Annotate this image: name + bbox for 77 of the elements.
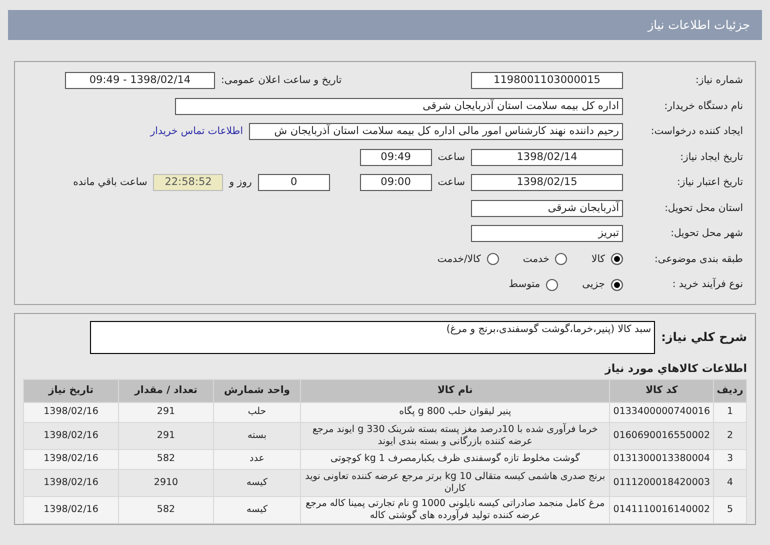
- city-field: تبریز: [471, 225, 623, 242]
- radio-button[interactable]: [555, 253, 568, 266]
- created-time-field: 09:49: [360, 148, 432, 166]
- table-cell: حلب: [214, 402, 300, 422]
- column-header: نام کالا: [301, 380, 610, 402]
- table-cell: 0131300013380004: [610, 450, 713, 468]
- table-cell: 0133400000740016: [610, 402, 713, 422]
- days-field: 0: [258, 174, 330, 192]
- created-date-field: 1398/02/14: [471, 148, 623, 166]
- table-cell: 291: [119, 402, 213, 422]
- field-label: ایجاد کننده درخواست:: [650, 126, 743, 138]
- field-label: شهر محل تحویل:: [670, 228, 743, 240]
- need-number-field: 1198001103000015: [471, 72, 623, 90]
- field-label: تاریخ ایجاد نیاز:: [679, 152, 743, 163]
- table-cell: 1: [714, 402, 746, 422]
- radio-label: خدمت: [522, 254, 550, 265]
- table-cell: کیسه: [214, 470, 300, 496]
- radio-label: کالا: [591, 254, 605, 265]
- table-cell: پنیر لیقوان حلب 800 g پگاه: [301, 402, 610, 422]
- field-label: شماره نیاز:: [694, 75, 743, 86]
- table-cell: بسته: [214, 422, 300, 448]
- announce-date-field: 1398/02/14 - 09:49: [65, 72, 215, 90]
- remaining-label: ساعت باقي مانده: [73, 177, 148, 188]
- table-cell: 582: [119, 496, 213, 522]
- radio-label: جزیی: [582, 279, 605, 290]
- column-header: کد کالا: [610, 380, 713, 402]
- radio-button[interactable]: [546, 278, 558, 291]
- column-header: واحد شمارش: [214, 380, 300, 402]
- remaining-time-field: 22:58:52: [153, 174, 224, 192]
- field-label: تاریخ اعتبار نیاز:: [676, 177, 743, 188]
- table-cell: 2910: [119, 470, 213, 496]
- radio-button[interactable]: [486, 253, 499, 266]
- table-cell: 0160690016550002: [610, 422, 713, 448]
- radio-button[interactable]: [611, 253, 623, 266]
- column-header: ردیف: [714, 380, 746, 402]
- table-cell: 291: [119, 422, 213, 448]
- table-cell: 2: [714, 422, 746, 448]
- valid-date-field: 1398/02/15: [471, 174, 623, 192]
- creator-field: رحیم داننده نهند کارشناس امور مالی اداره کل بیمه سلامت استان آذربایجان ش: [249, 123, 623, 140]
- radio-button[interactable]: [611, 278, 623, 291]
- table-cell: مرغ کامل منجمد صادراتی کیسه نایلونی 1000 g نام تجارتی پمینا کاله مرجع عرضه کننده تولید فرآورده های گوشتی کاله: [301, 496, 610, 522]
- table-cell: 0111200018420003: [610, 470, 713, 496]
- table-cell: 1398/02/16: [24, 450, 118, 468]
- table-cell: گوشت مخلوط تازه گوسفندی ظرف یکبارمصرف 1 kg کوچوتی: [301, 450, 610, 468]
- valid-time-field: 09:00: [360, 174, 432, 192]
- time-label: ساعت: [438, 152, 465, 163]
- field-label: استان محل تحویل:: [664, 202, 743, 214]
- table-cell: عدد: [214, 450, 300, 468]
- column-header: تعداد / مقدار: [119, 380, 213, 402]
- table-cell: خرما فرآوری شده با 10درصد مغز پسته بسته شرینک 330 g ایوند مرجع عرضه کننده بازرگانی و بسته بندی ایوند: [301, 422, 610, 448]
- table-cell: 1398/02/16: [24, 496, 118, 522]
- radio-label: متوسط: [508, 279, 540, 290]
- section-title: اطلاعات کالاهاي مورد نیاز: [604, 362, 747, 374]
- table-cell: 3: [714, 450, 746, 468]
- table-cell: 582: [119, 450, 213, 468]
- time-label: ساعت: [438, 177, 465, 188]
- days-label: روز و: [229, 177, 252, 188]
- field-label: نام دستگاه خریدار:: [663, 100, 743, 112]
- table-cell: 1398/02/16: [24, 422, 118, 448]
- table-cell: 0141110016140002: [610, 496, 713, 522]
- province-field: آذربایجان شرقی: [471, 200, 623, 217]
- table-cell: برنج صدری هاشمی کیسه متقالی 10 kg برتر مرجع عرضه کننده تعاونی نوید کاران: [301, 470, 610, 496]
- radio-label: کالا/خدمت: [437, 254, 481, 265]
- table-cell: 1398/02/16: [24, 470, 118, 496]
- description-label: شرح کلي نیاز:: [661, 330, 747, 344]
- page-title: جزئیات اطلاعات نیاز: [648, 18, 750, 32]
- buyer-field: اداره کل بیمه سلامت استان آذربایجان شرقی: [175, 98, 623, 115]
- field-label: تاریخ و ساعت اعلان عمومی:: [221, 75, 342, 86]
- table-cell: 4: [714, 470, 746, 496]
- description-field: سبد کالا (پنیر،خرما،گوشت گوسفندی،برنج و مرغ): [90, 320, 656, 354]
- table-cell: 1398/02/16: [24, 402, 118, 422]
- field-label: نوع فرآیند خرید :: [671, 279, 743, 290]
- column-header: تاریخ نیاز: [24, 380, 118, 402]
- table-cell: 5: [714, 496, 746, 522]
- field-label: طبقه بندی موضوعی:: [654, 254, 743, 265]
- table-cell: کیسه: [214, 496, 300, 522]
- buyer-contact-link[interactable]: اطلاعات تماس خریدار: [150, 126, 243, 138]
